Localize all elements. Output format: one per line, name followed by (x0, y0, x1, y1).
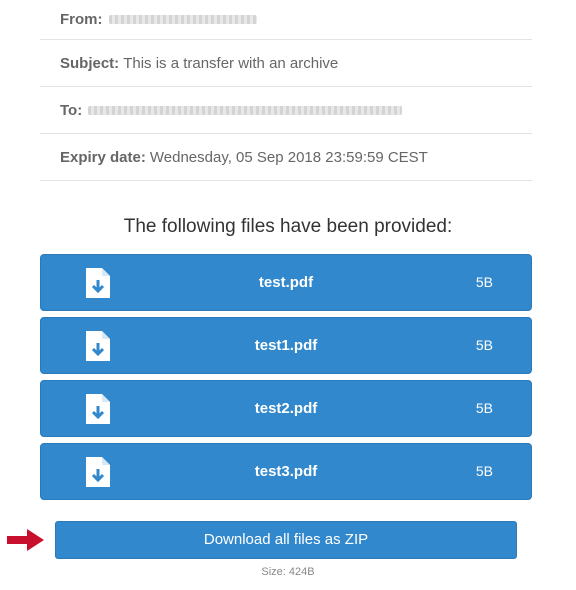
expiry-row: Expiry date: Wednesday, 05 Sep 2018 23:5… (40, 134, 532, 181)
file-name: test.pdf (258, 274, 314, 291)
expiry-label: Expiry date: (60, 148, 146, 166)
transfer-details: From: Subject: This is a transfer with a… (40, 0, 532, 181)
from-label: From: (60, 11, 103, 28)
file-size: 5B (475, 400, 493, 416)
to-row: To: (40, 87, 532, 134)
files-heading: The following files have been provided: (123, 216, 453, 237)
expiry-value: Wednesday, 05 Sep 2018 23:59:59 CEST (149, 148, 428, 166)
subject-label: Subject: (60, 54, 120, 72)
download-zip-button[interactable]: Download all files as ZIP (55, 521, 517, 559)
file-size: 5B (475, 337, 493, 353)
subject-value: This is a transfer with an archive (123, 54, 339, 72)
file-name: test2.pdf (254, 400, 318, 417)
file-download-button[interactable]: test.pdf 5B (40, 254, 532, 311)
file-download-button[interactable]: test3.pdf 5B (40, 443, 532, 500)
arrow-right-icon (7, 529, 44, 551)
file-name: test1.pdf (254, 337, 318, 354)
file-list: test.pdf 5B test1.pdf 5B test2.pdf 5B te… (40, 254, 532, 506)
from-row: From: (40, 0, 532, 40)
redacted-to-value (88, 105, 403, 115)
redacted-from-value (108, 15, 257, 24)
file-download-button[interactable]: test1.pdf 5B (40, 317, 532, 374)
file-name: test3.pdf (254, 463, 318, 480)
subject-row: Subject: This is a transfer with an arch… (40, 40, 532, 87)
zip-size-label: Size: 424B (261, 566, 315, 578)
file-size: 5B (475, 463, 493, 479)
to-label: To: (60, 101, 83, 119)
file-download-button[interactable]: test2.pdf 5B (40, 380, 532, 437)
file-size: 5B (475, 274, 493, 290)
